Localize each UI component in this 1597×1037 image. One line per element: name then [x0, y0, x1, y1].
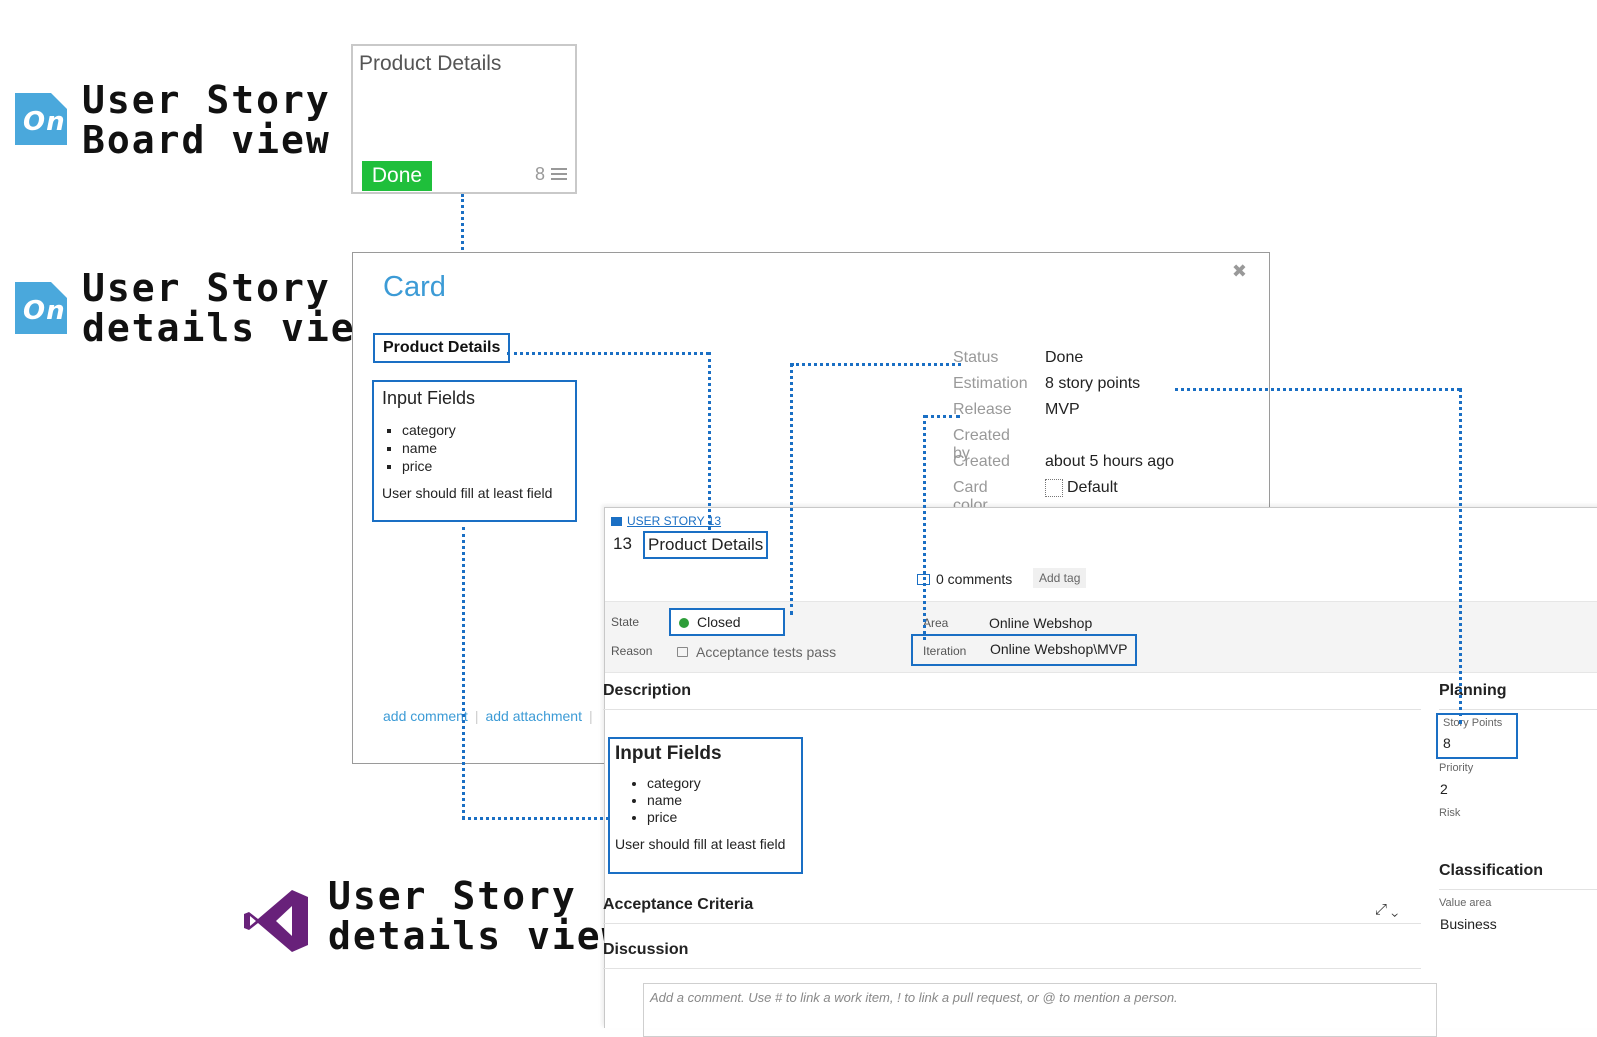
connector-line	[462, 817, 609, 820]
description-header: Description	[603, 682, 692, 699]
description-field[interactable]: Input Fields category name price User sh…	[608, 737, 803, 874]
board-view-label: User Story Board view	[82, 78, 331, 162]
add-comment-link[interactable]: add comment	[383, 708, 468, 724]
risk-label: Risk	[1439, 807, 1461, 819]
comments-count[interactable]: 0 comments	[917, 571, 1012, 587]
planning-header: Planning	[1439, 682, 1507, 699]
list-item: category	[402, 421, 567, 439]
connector-line	[462, 527, 465, 819]
connector-line	[708, 352, 711, 530]
close-icon[interactable]: ✖	[1232, 261, 1247, 282]
card-links: add comment | add attachment |	[383, 708, 593, 724]
connector-line	[790, 363, 793, 615]
discussion-header: Discussion	[603, 941, 689, 958]
divider	[603, 709, 1421, 710]
divider	[603, 968, 1421, 969]
targetprocess-logo-bottom: On	[15, 282, 67, 334]
acceptance-criteria-header: Acceptance Criteria	[603, 896, 754, 913]
priority-label: Priority	[1439, 762, 1474, 774]
state-label: State	[611, 615, 640, 629]
color-swatch	[1045, 479, 1063, 497]
connector-line	[924, 415, 960, 418]
area-label: Area	[923, 616, 949, 630]
expand-icon[interactable]: ⤢ ⌄	[1375, 901, 1398, 918]
board-card[interactable]: Product Details Done 8	[351, 44, 577, 194]
status-dot	[679, 618, 689, 628]
work-item-type-link[interactable]: USER STORY 13	[611, 514, 721, 528]
add-attachment-link[interactable]: add attachment	[485, 708, 582, 724]
connector-line	[507, 352, 709, 355]
card-description[interactable]: Input Fields category name price User sh…	[372, 380, 577, 522]
connector-line	[923, 415, 926, 640]
work-item-title[interactable]: Product Details	[643, 531, 769, 559]
connector-line	[461, 194, 464, 250]
value-area-field[interactable]: Business	[1440, 916, 1497, 932]
reason-field: Acceptance tests pass	[677, 644, 836, 660]
divider	[1439, 709, 1597, 710]
connector-line	[1175, 388, 1460, 391]
dialog-heading: Card	[383, 271, 446, 303]
divider	[603, 923, 1421, 924]
priority-field[interactable]: 2	[1440, 781, 1448, 797]
vs-details-view-label: User Story details view	[328, 874, 627, 958]
description-icon	[551, 168, 567, 183]
list-item: price	[647, 809, 796, 826]
list-item: category	[647, 775, 796, 792]
list-item: price	[402, 457, 567, 475]
classification-header: Classification	[1439, 862, 1544, 879]
book-icon	[611, 517, 622, 526]
work-item-id: 13	[613, 534, 632, 553]
connector-line	[1459, 388, 1462, 724]
visual-studio-icon	[244, 890, 308, 952]
card-name[interactable]: Product Details	[373, 333, 511, 363]
value-area-label: Value area	[1439, 897, 1492, 909]
state-field[interactable]: Closed	[669, 608, 785, 636]
story-points-field[interactable]: Story Points 8	[1436, 713, 1518, 759]
iteration-field[interactable]: Iteration Online Webshop\MVP	[911, 634, 1137, 666]
area-field[interactable]: Online Webshop	[989, 615, 1092, 631]
lock-icon	[677, 647, 688, 657]
story-points: 8	[534, 164, 545, 184]
board-card-title: Product Details	[359, 52, 502, 75]
targetprocess-logo-top: On	[15, 93, 67, 145]
divider	[1439, 889, 1597, 890]
list-item: name	[647, 792, 796, 809]
tp-details-view-label: User Story details view	[82, 266, 381, 350]
comment-input[interactable]: Add a comment. Use # to link a work item…	[643, 983, 1437, 1037]
list-item: name	[402, 439, 567, 457]
reason-label: Reason	[611, 644, 653, 658]
work-item-form: USER STORY 13 13 Product Details 0 comme…	[603, 507, 1597, 1037]
add-tag-button[interactable]: Add tag	[1033, 568, 1087, 588]
status-badge: Done	[362, 161, 432, 191]
fields-band: State Closed Reason Acceptance tests pas…	[605, 601, 1597, 673]
iteration-label: Iteration	[923, 644, 967, 658]
connector-line	[791, 363, 961, 366]
